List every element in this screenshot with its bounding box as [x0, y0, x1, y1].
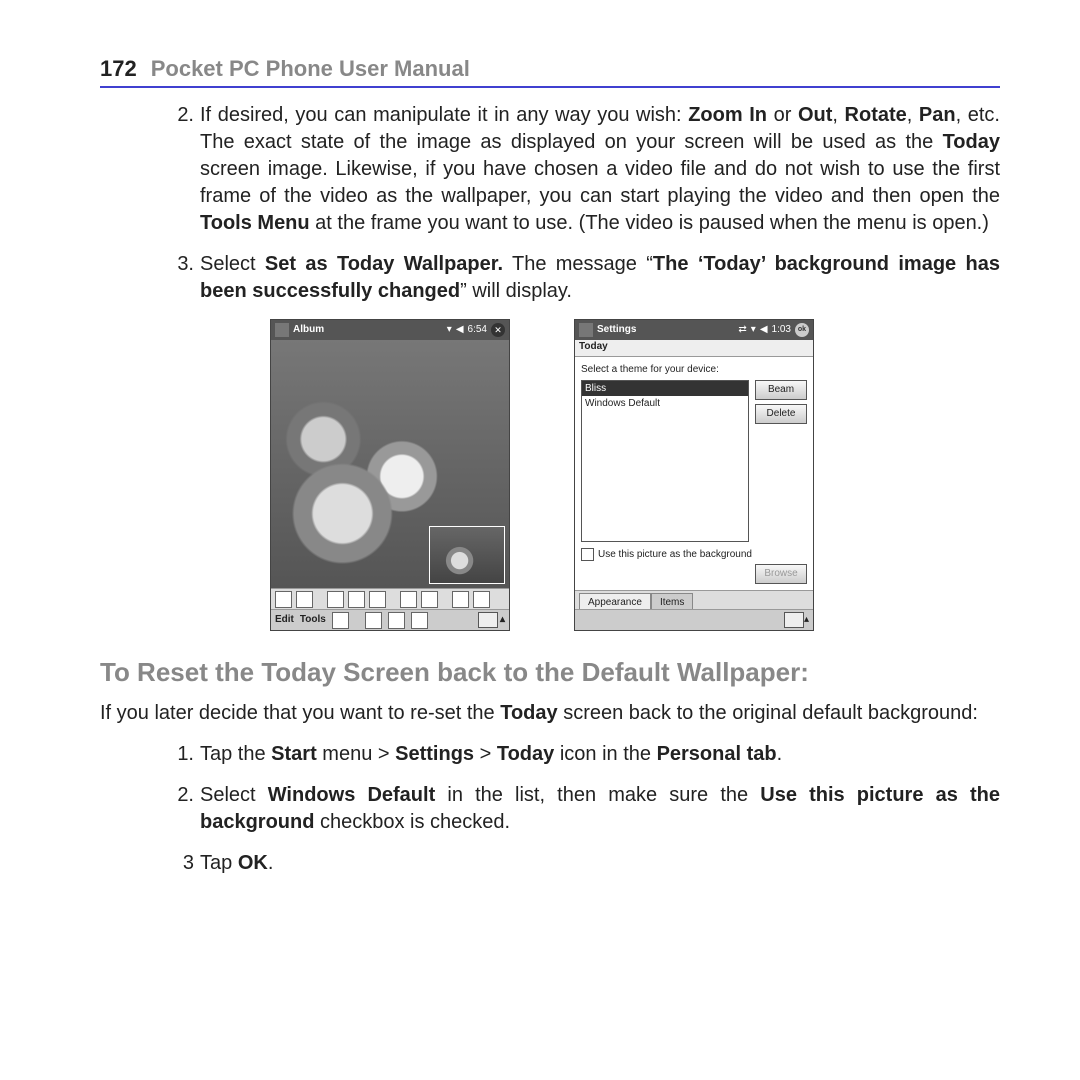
album-titlebar: Album ▾ ◀ 6:54 ✕: [271, 320, 509, 340]
theme-list[interactable]: Bliss Windows Default: [581, 380, 749, 542]
grid-icon[interactable]: [365, 612, 382, 629]
step-number: 3.: [100, 251, 200, 305]
close-icon[interactable]: ✕: [491, 323, 505, 337]
album-photo[interactable]: [271, 340, 509, 588]
reset-step-3: 3 Tap OK.: [100, 850, 1000, 877]
page-header: 172 Pocket PC Phone User Manual: [100, 56, 1000, 88]
zoom-fit-icon[interactable]: [369, 591, 386, 608]
album-toolbar: [271, 588, 509, 609]
step-text: Select Windows Default in the list, then…: [200, 782, 1000, 836]
section-heading: To Reset the Today Screen back to the De…: [100, 655, 1000, 690]
theme-label: Select a theme for your device:: [581, 363, 807, 377]
settings-title: Settings: [597, 323, 734, 337]
step-number: 3: [100, 850, 200, 877]
step-number: 1.: [100, 741, 200, 768]
reset-step-2: 2. Select Windows Default in the list, t…: [100, 782, 1000, 836]
album-menubar: Edit Tools ▴: [271, 609, 509, 630]
info-icon[interactable]: [411, 612, 428, 629]
zoom-out-icon[interactable]: [348, 591, 365, 608]
beam-button[interactable]: Beam: [755, 380, 807, 400]
browse-button: Browse: [755, 564, 807, 584]
tab-items[interactable]: Items: [651, 593, 693, 610]
screenshot-settings: Settings ⇄ ▾ ◀ 1:03 ok Today Select a th…: [574, 319, 814, 631]
zoom-in-icon[interactable]: [327, 591, 344, 608]
signal-icon: ▾: [751, 323, 756, 337]
up-icon[interactable]: [332, 612, 349, 629]
screenshots-row: Album ▾ ◀ 6:54 ✕: [270, 319, 1000, 631]
step-3: 3. Select Set as Today Wallpaper. The me…: [100, 251, 1000, 305]
album-title: Album: [293, 323, 443, 337]
thumb-icon[interactable]: [421, 591, 438, 608]
next-icon[interactable]: [296, 591, 313, 608]
background-checkbox[interactable]: Use this picture as the background: [581, 548, 807, 562]
step-2: 2. If desired, you can manipulate it in …: [100, 102, 1000, 237]
settings-panel: Select a theme for your device: Bliss Wi…: [575, 357, 813, 590]
edit-menu[interactable]: Edit: [275, 613, 294, 627]
sync-icon: ⇄: [738, 323, 746, 337]
list-item[interactable]: Windows Default: [582, 396, 748, 412]
step-number: 2.: [100, 102, 200, 237]
step-text: Select Set as Today Wallpaper. The messa…: [200, 251, 1000, 305]
speaker-icon: ◀: [760, 323, 768, 337]
speaker-icon: ◀: [456, 323, 464, 337]
reset-step-1: 1. Tap the Start menu > Settings > Today…: [100, 741, 1000, 768]
settings-tabs: Appearance Items: [575, 590, 813, 609]
checkbox-label: Use this picture as the background: [598, 548, 752, 562]
step-text: Tap OK.: [200, 850, 1000, 877]
settings-titlebar: Settings ⇄ ▾ ◀ 1:03 ok: [575, 320, 813, 340]
rotate-icon[interactable]: [400, 591, 417, 608]
slideshow-icon[interactable]: [388, 612, 405, 629]
intro-paragraph: If you later decide that you want to re-…: [100, 700, 1000, 727]
screenshot-album: Album ▾ ◀ 6:54 ✕: [270, 319, 510, 631]
settings-bottombar: ▴: [575, 609, 813, 630]
settings-subtitle: Today: [575, 340, 813, 357]
keyboard-icon[interactable]: [478, 612, 498, 628]
delete-button[interactable]: Delete: [755, 404, 807, 424]
clock-text: 6:54: [468, 323, 487, 337]
play-icon[interactable]: [452, 591, 469, 608]
clock-text: 1:03: [772, 323, 791, 337]
start-icon[interactable]: [275, 323, 289, 337]
step-text: Tap the Start menu > Settings > Today ic…: [200, 741, 1000, 768]
step-number: 2.: [100, 782, 200, 836]
step-text: If desired, you can manipulate it in any…: [200, 102, 1000, 237]
tools-menu[interactable]: Tools: [300, 613, 326, 627]
list-item[interactable]: Bliss: [582, 381, 748, 397]
prev-icon[interactable]: [275, 591, 292, 608]
checkbox-icon[interactable]: [581, 548, 594, 561]
page-number: 172: [100, 56, 137, 82]
signal-icon: ▾: [447, 323, 452, 337]
keyboard-icon[interactable]: [784, 612, 804, 628]
tab-appearance[interactable]: Appearance: [579, 593, 651, 610]
ok-button[interactable]: ok: [795, 323, 809, 337]
pause-icon[interactable]: [473, 591, 490, 608]
start-icon[interactable]: [579, 323, 593, 337]
manual-title: Pocket PC Phone User Manual: [151, 56, 470, 82]
